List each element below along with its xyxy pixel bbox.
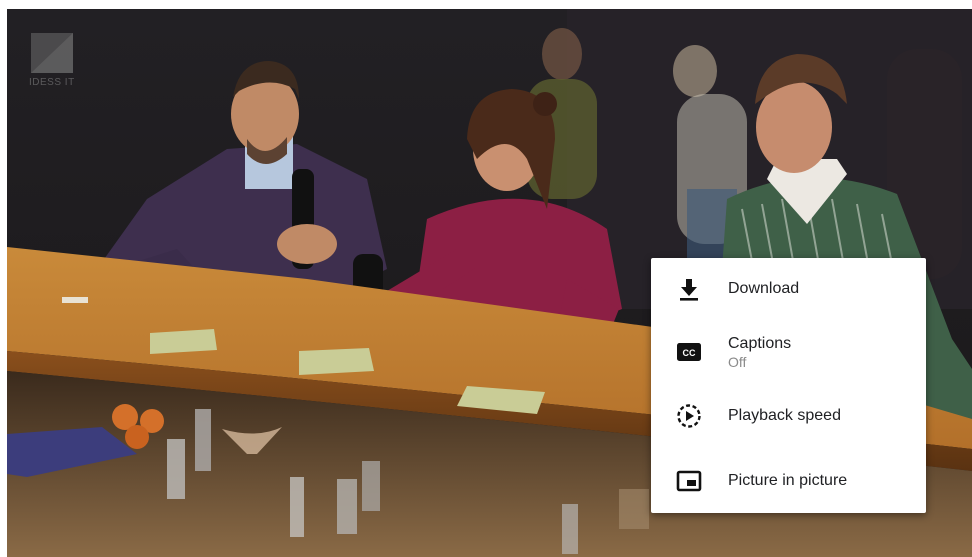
menu-label-captions: Captions (728, 334, 792, 352)
closed-captions-icon: CC (675, 338, 703, 366)
menu-item-captions[interactable]: CC Captions Off (651, 323, 926, 381)
playback-speed-icon (675, 402, 703, 430)
menu-item-picture-in-picture[interactable]: Picture in picture (651, 453, 926, 509)
svg-text:CC: CC (683, 348, 696, 358)
menu-label-picture-in-picture: Picture in picture (728, 472, 848, 489)
watermark-icon (31, 33, 73, 73)
download-icon (675, 275, 703, 303)
menu-label-download: Download (728, 280, 800, 297)
menu-label-playback-speed: Playback speed (728, 407, 841, 424)
menu-text: Download (728, 279, 799, 299)
captions-status: Off (728, 353, 747, 370)
menu-text: Captions Off (728, 334, 791, 371)
watermark-logo: IDESS IT (29, 31, 79, 91)
menu-text: Picture in picture (728, 471, 847, 491)
picture-in-picture-icon (675, 467, 703, 495)
watermark-text: IDESS IT (29, 77, 75, 88)
menu-item-download[interactable]: Download (651, 261, 926, 317)
overflow-menu: Download CC Captions Off Playback speed (651, 258, 926, 513)
menu-item-playback-speed[interactable]: Playback speed (651, 388, 926, 444)
menu-text: Playback speed (728, 406, 841, 426)
